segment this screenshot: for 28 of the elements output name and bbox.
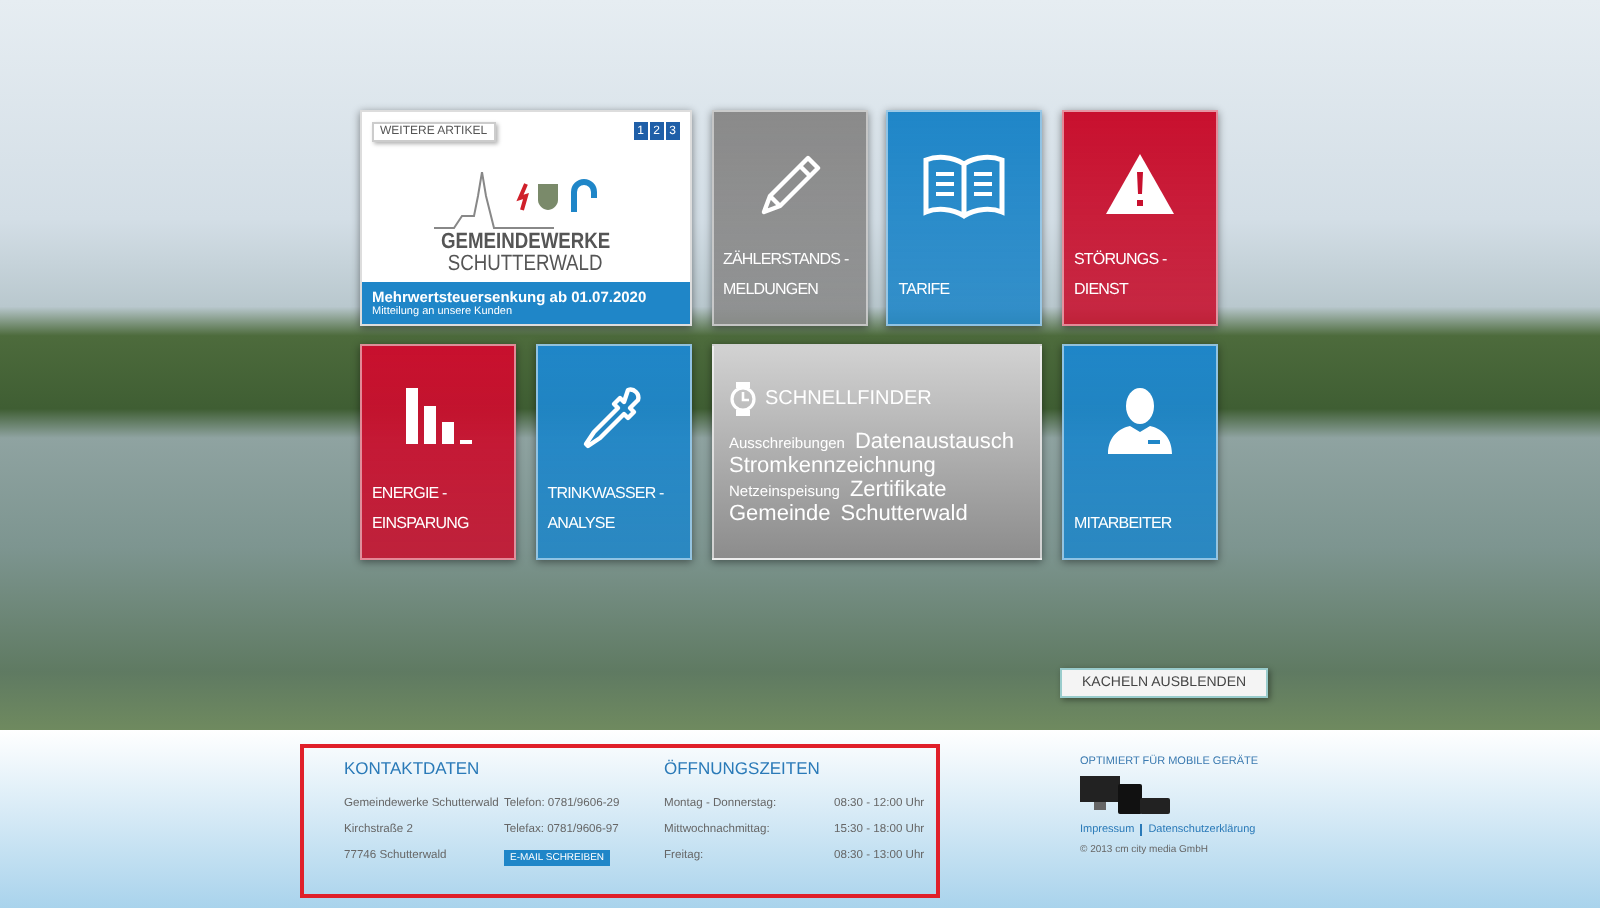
bar-chart-icon	[404, 386, 472, 446]
quickfinder-link[interactable]: Schutterwald	[840, 502, 968, 526]
tile-label: ENERGIE - EINSPARUNG	[372, 482, 471, 536]
tile[interactable]: TARIFE	[886, 110, 1043, 326]
warning-icon	[1104, 152, 1176, 216]
watch-icon	[729, 382, 755, 416]
tile-label: STÖRUNGS - DIENST	[1074, 248, 1169, 302]
logo-text: SCHUTTERWALD	[448, 254, 604, 276]
quickfinder-link[interactable]: Gemeinde	[729, 502, 831, 526]
tile[interactable]: TRINKWASSER - ANALYSE	[535, 344, 692, 560]
quickfinder-link[interactable]: Stromkennzeichnung	[729, 454, 936, 478]
tile-label: TRINKWASSER - ANALYSE	[547, 482, 666, 536]
tile[interactable]: MITARBEITER	[1062, 344, 1218, 560]
book-icon	[920, 152, 1009, 220]
quickfinder-link[interactable]: Zertifikate	[849, 478, 947, 502]
person-icon	[1104, 386, 1176, 454]
tile-label: TARIFE	[898, 278, 952, 302]
tile[interactable]: STÖRUNGS - DIENST	[1062, 110, 1218, 326]
tile[interactable]: ENERGIE - EINSPARUNG	[360, 344, 516, 560]
contact-title: KONTAKTDATEN	[344, 758, 482, 778]
devices-icon	[1080, 776, 1172, 816]
quickfinder-link[interactable]: Datenaustausch	[854, 430, 1014, 454]
tile[interactable]: ZÄHLERSTANDS - MELDUNGEN	[711, 110, 867, 326]
tile-label: ZÄHLERSTANDS - MELDUNGEN	[723, 248, 851, 302]
logo-text: GEMEINDEWERKE	[441, 232, 611, 254]
hours-title: ÖFFNUNGSZEITEN	[664, 758, 822, 778]
quickfinder-title: SCHNELLFINDER	[765, 388, 932, 410]
tile-label: MITARBEITER	[1074, 512, 1174, 536]
